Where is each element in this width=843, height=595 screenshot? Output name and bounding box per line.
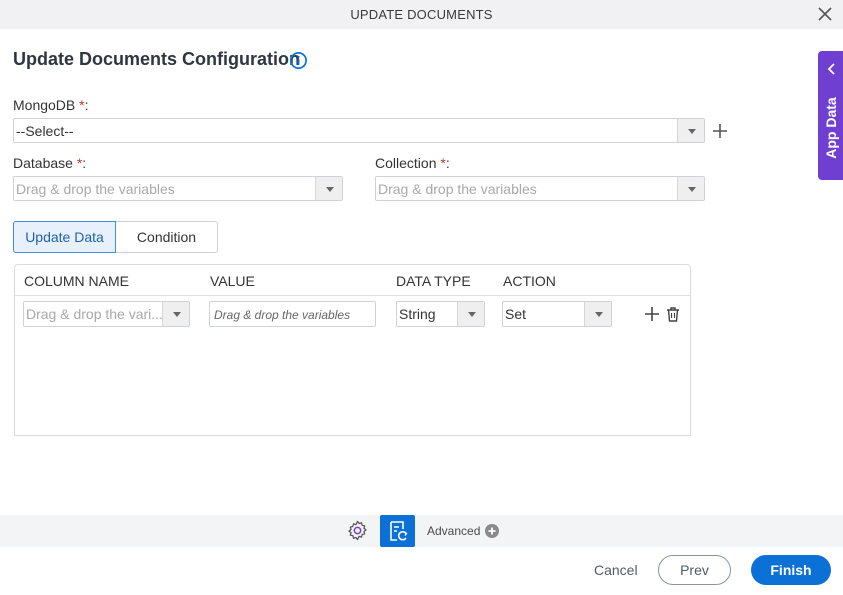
gear-icon[interactable] <box>346 519 369 542</box>
database-select[interactable]: Drag & drop the variables <box>13 176 343 201</box>
tab-condition[interactable]: Condition <box>116 221 218 253</box>
dialog-title: UPDATE DOCUMENTS <box>350 7 493 22</box>
column-header-action: ACTION <box>503 273 556 289</box>
column-name-placeholder: Drag & drop the vari... <box>26 306 163 322</box>
chevron-down-icon[interactable] <box>677 177 704 200</box>
document-refresh-icon <box>390 521 408 541</box>
chevron-down-icon[interactable] <box>457 302 484 326</box>
chevron-left-icon <box>827 63 835 75</box>
prev-button[interactable]: Prev <box>658 555 731 585</box>
trash-icon[interactable] <box>665 306 681 322</box>
data-type-value: String <box>399 306 436 322</box>
app-data-label: App Data <box>822 97 839 159</box>
database-placeholder: Drag & drop the variables <box>16 181 175 197</box>
header-divider <box>15 295 690 296</box>
label-suffix: : <box>445 155 450 171</box>
cancel-button[interactable]: Cancel <box>594 562 638 578</box>
add-row-icon[interactable] <box>644 306 660 322</box>
collection-select[interactable]: Drag & drop the variables <box>375 176 705 201</box>
label-suffix: : <box>82 155 87 171</box>
action-select[interactable]: Set <box>502 301 612 327</box>
plus-circle-icon[interactable] <box>485 524 499 538</box>
collection-label: Collection *: <box>375 155 450 171</box>
value-input[interactable]: Drag & drop the variables <box>209 301 376 327</box>
action-value: Set <box>505 306 527 322</box>
advanced-toggle[interactable]: Advanced <box>427 524 480 538</box>
document-refresh-button[interactable] <box>380 515 415 547</box>
column-header-column-name: COLUMN NAME <box>24 273 130 289</box>
data-type-select[interactable]: String <box>396 301 485 327</box>
app-data-panel-toggle[interactable]: App Data <box>818 51 843 180</box>
info-icon[interactable] <box>289 51 308 70</box>
value-placeholder: Drag & drop the variables <box>214 308 351 322</box>
finish-button[interactable]: Finish <box>751 555 831 585</box>
add-mongodb-connection-icon[interactable] <box>712 123 728 139</box>
mongodb-label: MongoDB *: <box>13 97 89 113</box>
bottom-toolbar <box>0 515 843 547</box>
page-title: Update Documents Configuration <box>13 49 300 69</box>
database-label-text: Database <box>13 155 73 171</box>
collection-label-text: Collection <box>375 155 437 171</box>
chevron-down-icon[interactable] <box>677 119 704 142</box>
update-data-grid: COLUMN NAME VALUE DATA TYPE ACTION Drag … <box>14 264 691 436</box>
collection-placeholder: Drag & drop the variables <box>378 181 537 197</box>
close-icon[interactable] <box>817 6 833 22</box>
chevron-down-icon[interactable] <box>162 302 189 326</box>
mongodb-label-text: MongoDB <box>13 97 76 113</box>
database-label: Database *: <box>13 155 86 171</box>
mongodb-select-value: --Select-- <box>16 123 74 139</box>
config-tabs: Update Data Condition <box>13 221 218 253</box>
dialog-titlebar: UPDATE DOCUMENTS <box>0 0 843 29</box>
column-header-value: VALUE <box>210 273 255 289</box>
column-name-select[interactable]: Drag & drop the vari... <box>23 301 190 327</box>
tab-update-data[interactable]: Update Data <box>13 221 116 253</box>
chevron-down-icon[interactable] <box>315 177 342 200</box>
column-header-data-type: DATA TYPE <box>396 273 471 289</box>
chevron-down-icon[interactable] <box>584 302 611 326</box>
mongodb-select[interactable]: --Select-- <box>13 118 705 143</box>
label-suffix: : <box>84 97 89 113</box>
